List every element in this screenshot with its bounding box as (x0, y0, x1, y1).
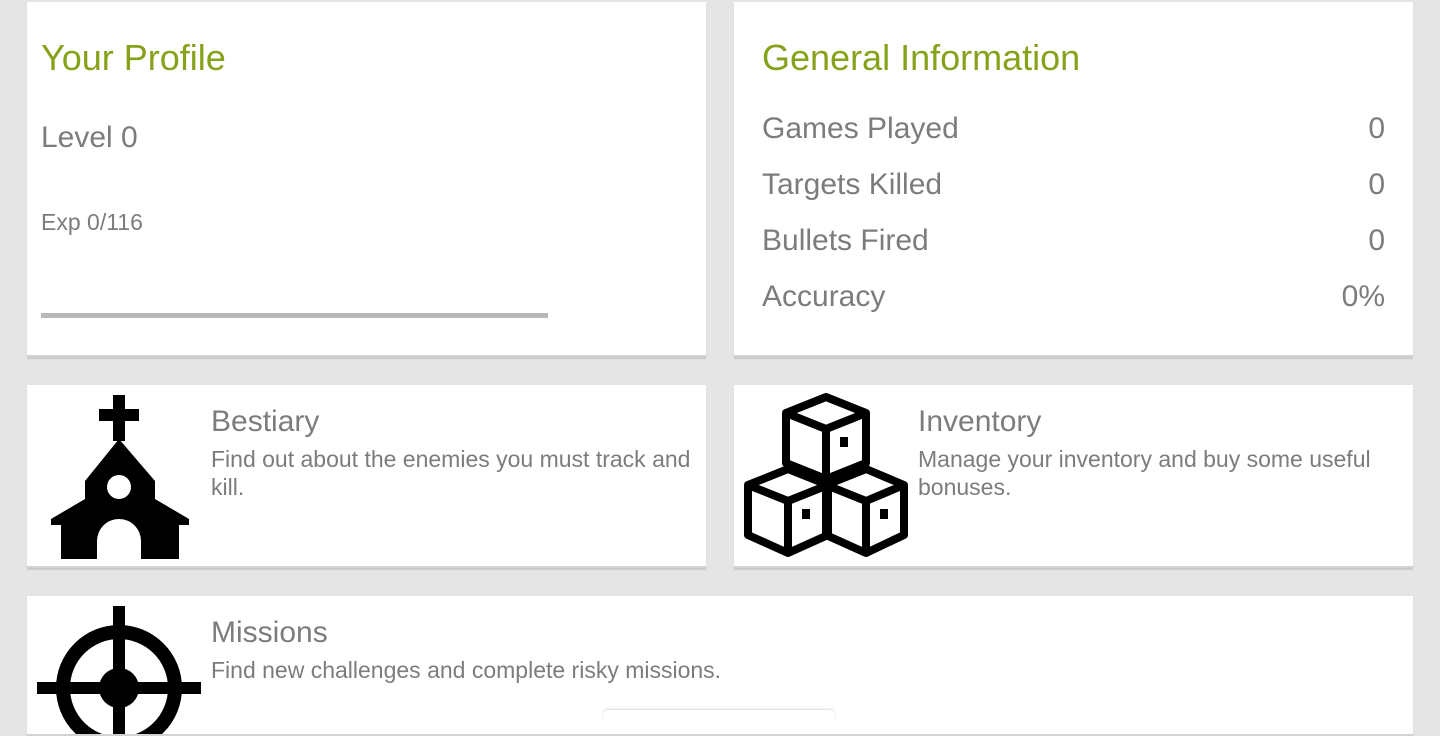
inventory-title: Inventory (918, 405, 1042, 438)
bottom-sheet-handle[interactable] (603, 710, 835, 720)
inventory-card[interactable]: Inventory Manage your inventory and buy … (734, 385, 1413, 568)
stat-label: Targets Killed (762, 168, 943, 201)
crosshair-icon (37, 606, 201, 734)
stat-row-games-played: Games Played 0 (762, 109, 1385, 149)
stat-row-targets-killed: Targets Killed 0 (762, 165, 1385, 205)
missions-description: Find new challenges and complete risky m… (211, 657, 722, 683)
stat-value: 0 (1368, 112, 1385, 145)
stat-value: 0% (1341, 280, 1385, 313)
stat-value: 0 (1368, 168, 1385, 201)
exp-label: Exp 0/116 (41, 209, 143, 235)
missions-title: Missions (211, 616, 328, 649)
profile-title: Your Profile (41, 37, 226, 78)
stat-value: 0 (1368, 224, 1385, 257)
church-icon (51, 395, 189, 559)
stat-label: Bullets Fired (762, 224, 929, 257)
stat-row-bullets-fired: Bullets Fired 0 (762, 221, 1385, 261)
level-label: Level 0 (41, 121, 138, 154)
stat-label: Accuracy (762, 280, 886, 313)
bestiary-description: Find out about the enemies you must trac… (211, 446, 691, 500)
exp-progress-bar (41, 313, 548, 318)
boxes-icon (744, 393, 908, 557)
bestiary-card[interactable]: Bestiary Find out about the enemies you … (27, 385, 706, 568)
general-info-card: General Information Games Played 0 Targe… (734, 2, 1413, 357)
general-info-title: General Information (762, 37, 1081, 78)
stat-row-accuracy: Accuracy 0% (762, 277, 1385, 317)
profile-card: Your Profile Level 0 Exp 0/116 (27, 2, 706, 357)
bestiary-title: Bestiary (211, 405, 320, 438)
stat-label: Games Played (762, 112, 959, 145)
inventory-description: Manage your inventory and buy some usefu… (918, 446, 1371, 500)
